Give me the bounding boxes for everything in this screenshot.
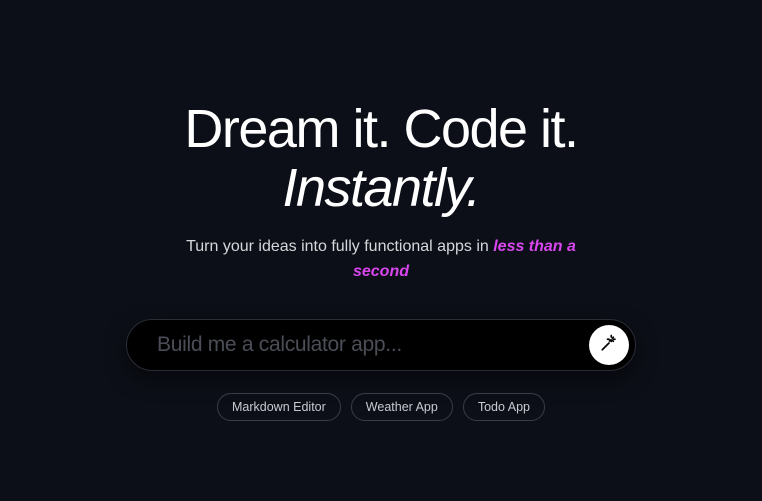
chip-weather-app[interactable]: Weather App xyxy=(351,393,453,421)
suggestion-chips: Markdown Editor Weather App Todo App xyxy=(217,393,545,421)
chip-markdown-editor[interactable]: Markdown Editor xyxy=(217,393,341,421)
chip-todo-app[interactable]: Todo App xyxy=(463,393,545,421)
subline-text: Turn your ideas into fully functional ap… xyxy=(186,238,493,255)
magic-wand-icon xyxy=(600,334,618,355)
headline-line-2: Instantly. xyxy=(184,159,577,217)
submit-button[interactable] xyxy=(589,325,629,365)
hero-container: Dream it. Code it. Instantly. Turn your … xyxy=(0,80,762,420)
prompt-input[interactable] xyxy=(157,333,589,357)
prompt-bar[interactable] xyxy=(126,319,636,371)
headline-line-1: Dream it. Code it. xyxy=(184,99,577,159)
subline: Turn your ideas into fully functional ap… xyxy=(181,235,581,285)
page-title: Dream it. Code it. Instantly. xyxy=(184,100,577,217)
